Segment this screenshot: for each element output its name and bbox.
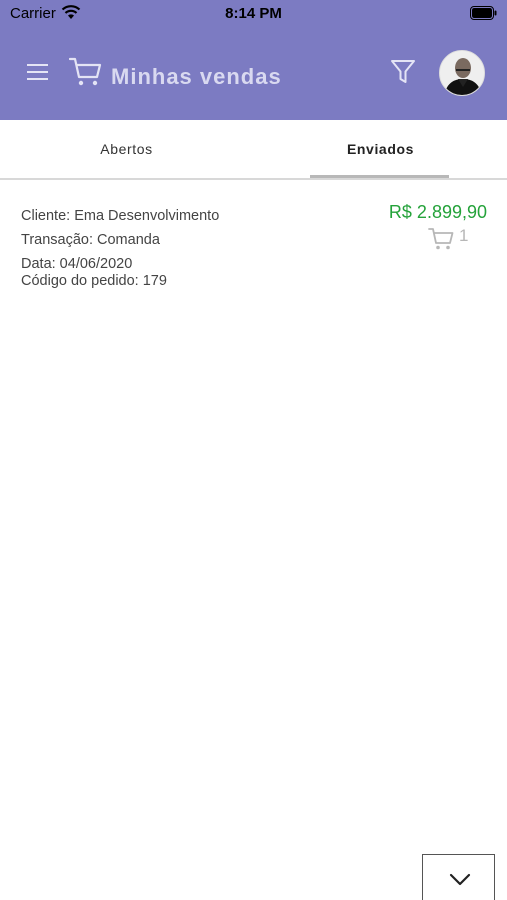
- status-time: 8:14 PM: [225, 5, 282, 22]
- avatar[interactable]: [439, 50, 485, 96]
- scroll-down-button[interactable]: [422, 854, 495, 900]
- hamburger-icon[interactable]: [26, 62, 50, 82]
- order-client: Cliente: Ema Desenvolvimento: [21, 208, 220, 224]
- tab-selected-indicator: [310, 175, 449, 178]
- order-total: R$ 2.899,90: [388, 202, 487, 222]
- app-header: Carrier 8:14 PM Minhas vendas: [0, 0, 507, 120]
- order-code: Código do pedido: 179: [21, 273, 167, 289]
- tab-enviados[interactable]: Enviados: [254, 120, 507, 178]
- order-transaction: Transação: Comanda: [21, 232, 160, 248]
- cart-icon: [428, 227, 455, 256]
- chevron-down-icon: [449, 873, 471, 886]
- tab-abertos[interactable]: Abertos: [0, 120, 253, 178]
- cart-icon: [68, 56, 103, 93]
- filter-icon[interactable]: [390, 58, 416, 91]
- order-list-item[interactable]: Cliente: Ema Desenvolvimento Transação: …: [0, 182, 507, 312]
- order-date: Data: 04/06/2020: [21, 256, 133, 272]
- page-title: Minhas vendas: [111, 64, 282, 89]
- status-bar: Carrier 8:14 PM: [0, 0, 507, 28]
- battery-icon: [470, 6, 497, 24]
- tab-bar: Abertos Enviados: [0, 120, 507, 180]
- order-item-count: 1: [459, 226, 469, 245]
